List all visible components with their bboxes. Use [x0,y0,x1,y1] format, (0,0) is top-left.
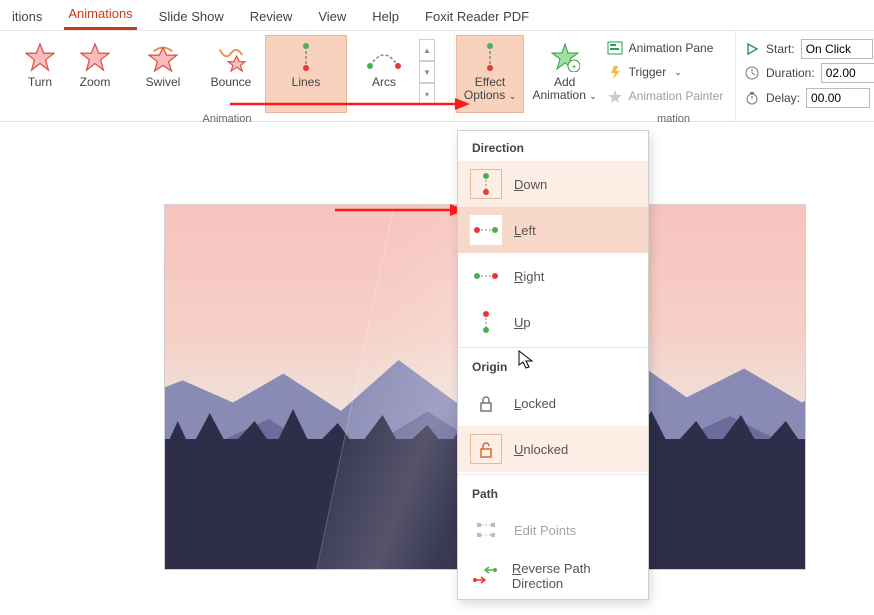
add-animation-icon: + [550,42,580,72]
dropdown-section-origin: Origin [458,350,648,380]
anim-zoom[interactable]: Zoom [61,35,129,113]
dropdown-item-reverse-path-label: Reverse Path Direction [512,561,636,591]
dropdown-item-down[interactable]: Down [458,161,648,207]
clock-icon [744,65,760,81]
lines-icon [289,42,323,72]
dropdown-item-unlocked-label: Unlocked [514,442,568,457]
tab-review[interactable]: Review [246,5,297,30]
direction-left-icon [470,215,502,245]
animation-gallery-scroll[interactable]: ▲ ▼ ▾ [419,39,435,105]
star-icon [80,42,110,72]
anim-turn[interactable]: Turn [19,35,61,113]
tab-view[interactable]: View [314,5,350,30]
anim-swivel[interactable]: Swivel [129,35,197,113]
delay-icon [744,90,760,106]
add-animation-label: Add Animation ⌄ [533,76,597,103]
dropdown-item-right-label: Right [514,269,544,284]
dropdown-section-direction: Direction [458,131,648,161]
delay-label: Delay: [766,91,800,105]
dropdown-item-edit-points-label: Edit Points [514,523,576,538]
tab-animations[interactable]: Animations [64,2,136,30]
anim-bounce[interactable]: Bounce [197,35,265,113]
group-effect-options: Effect Options ⌄ [455,31,525,121]
dropdown-item-left[interactable]: Left [458,207,648,253]
gallery-up-icon[interactable]: ▲ [419,39,435,61]
duration-label: Duration: [766,66,815,80]
animation-painter-icon [607,88,623,104]
group-advanced-animation: + Add Animation ⌄ Animation Pane Trigger… [525,31,736,121]
dropdown-item-up[interactable]: Up [458,299,648,345]
slide-canvas[interactable]: Direction Down Left Right Up Origin Lock… [0,130,874,615]
play-icon [744,41,760,57]
anim-swivel-label: Swivel [146,76,181,89]
dropdown-section-path: Path [458,477,648,507]
timing-start-row: Start: [744,39,874,59]
gallery-more-icon[interactable]: ▾ [419,83,435,105]
direction-right-icon [470,261,502,291]
animation-pane-icon [607,40,623,56]
advanced-mini-buttons: Animation Pane Trigger⌄ Animation Painte… [603,35,734,107]
unlocked-icon [470,434,502,464]
svg-text:+: + [571,62,576,72]
motion-lines-label: Lines [292,76,321,89]
effect-options-icon [476,42,504,72]
dropdown-item-locked-label: Locked [514,396,556,411]
dropdown-item-edit-points: Edit Points [458,507,648,553]
timing-duration-row: Duration: ▲▼ [744,62,874,84]
dropdown-item-left-label: Left [514,223,536,238]
direction-up-icon [470,307,502,337]
reverse-path-icon [470,561,500,591]
star-icon [216,42,246,72]
effect-options-label: Effect Options ⌄ [464,76,516,103]
effect-options-button[interactable]: Effect Options ⌄ [456,35,524,113]
animation-painter-label: Animation Painter [629,89,724,103]
gallery-down-icon[interactable]: ▼ [419,61,435,83]
star-icon [25,42,55,72]
start-label: Start: [766,42,795,56]
tab-slideshow[interactable]: Slide Show [155,5,228,30]
group-timing: Start: Duration: ▲▼ Delay: ▲▼ Timi [736,31,874,121]
group-advanced-label: mation [525,113,690,127]
duration-input[interactable] [821,63,874,83]
dropdown-item-right[interactable]: Right [458,253,648,299]
tab-transitions[interactable]: itions [8,5,46,30]
group-animation-label: Animation [203,113,252,127]
motion-arcs[interactable]: Arcs [347,35,421,113]
anim-bounce-label: Bounce [211,76,252,89]
locked-icon [470,388,502,418]
animation-painter-button: Animation Painter [603,85,728,107]
add-animation-button[interactable]: + Add Animation ⌄ [527,35,603,113]
motion-lines[interactable]: Lines [265,35,347,113]
direction-down-icon [470,169,502,199]
motion-arcs-label: Arcs [372,76,396,89]
star-icon [148,42,178,72]
animation-pane-button[interactable]: Animation Pane [603,37,728,59]
dropdown-item-reverse-path[interactable]: Reverse Path Direction [458,553,648,599]
tab-foxit[interactable]: Foxit Reader PDF [421,5,533,30]
tab-help[interactable]: Help [368,5,403,30]
anim-zoom-label: Zoom [80,76,111,89]
group-animation: Turn Zoom Swivel Bounce Lines Arcs [0,31,455,121]
ribbon-tabs: itions Animations Slide Show Review View… [0,0,874,31]
timing-delay-row: Delay: ▲▼ [744,87,874,109]
ribbon: Turn Zoom Swivel Bounce Lines Arcs [0,31,874,122]
dropdown-item-down-label: Down [514,177,547,192]
trigger-label: Trigger [629,65,667,79]
trigger-icon [607,64,623,80]
arcs-icon [364,42,404,72]
trigger-button[interactable]: Trigger⌄ [603,61,728,83]
start-select[interactable] [801,39,873,59]
animation-pane-label: Animation Pane [629,41,714,55]
edit-points-icon [470,515,502,545]
delay-input[interactable] [806,88,870,108]
dropdown-item-unlocked[interactable]: Unlocked [458,426,648,472]
dropdown-item-up-label: Up [514,315,531,330]
effect-options-dropdown: Direction Down Left Right Up Origin Lock… [457,130,649,600]
dropdown-item-locked[interactable]: Locked [458,380,648,426]
anim-turn-label: Turn [28,76,52,89]
